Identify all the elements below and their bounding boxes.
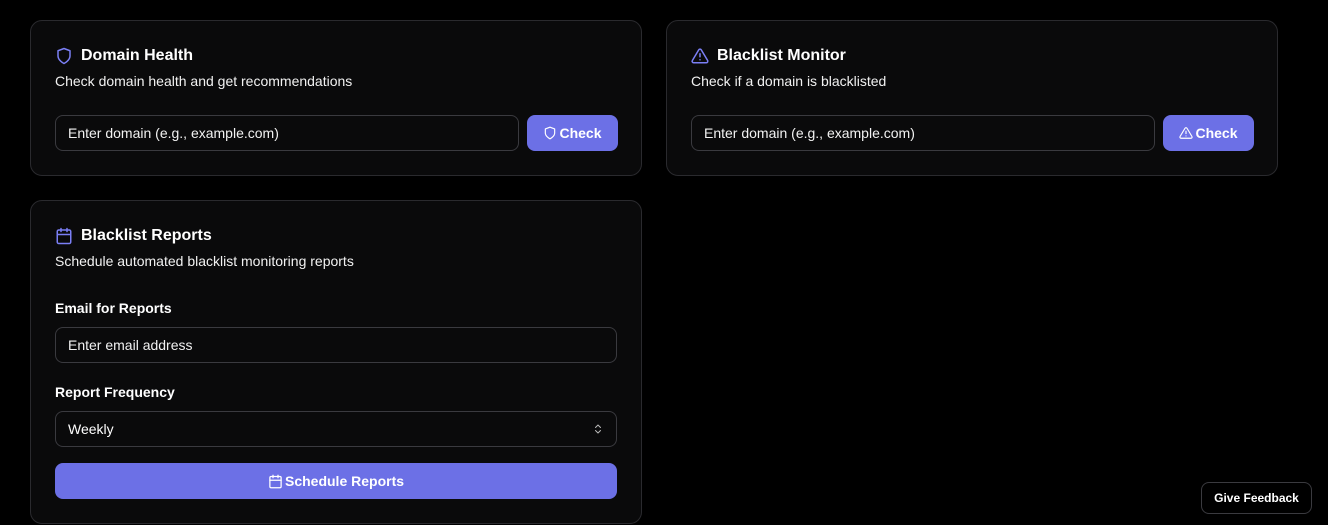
blacklist-monitor-description: Check if a domain is blacklisted <box>691 73 887 89</box>
shield-icon <box>543 126 557 140</box>
chevrons-up-down-icon <box>592 423 604 435</box>
blacklist-reports-card: Blacklist Reports Schedule automated bla… <box>30 200 642 524</box>
schedule-reports-label: Schedule Reports <box>284 473 405 489</box>
calendar-icon <box>55 227 73 245</box>
blacklist-monitor-input[interactable] <box>691 115 1155 151</box>
blacklist-reports-description: Schedule automated blacklist monitoring … <box>55 253 354 269</box>
blacklist-monitor-title: Blacklist Monitor <box>717 47 846 64</box>
domain-health-input[interactable] <box>55 115 519 151</box>
alert-triangle-icon <box>691 47 709 65</box>
domain-health-description: Check domain health and get recommendati… <box>55 73 353 89</box>
domain-health-title: Domain Health <box>81 47 194 64</box>
domain-health-header: Domain Health <box>55 45 193 67</box>
report-frequency-label: Report Frequency <box>55 384 175 400</box>
alert-triangle-icon <box>1179 126 1194 140</box>
domain-health-check-button[interactable]: Check <box>527 115 618 151</box>
blacklist-monitor-header: Blacklist Monitor <box>691 45 846 67</box>
give-feedback-label: Give Feedback <box>1214 491 1299 505</box>
calendar-icon <box>268 474 283 489</box>
shield-icon <box>55 47 73 65</box>
schedule-reports-button[interactable]: Schedule Reports <box>55 463 617 499</box>
domain-health-card: Domain Health Check domain health and ge… <box>30 20 642 176</box>
report-frequency-value: Weekly <box>68 421 114 437</box>
blacklist-reports-header: Blacklist Reports <box>55 225 212 247</box>
email-for-reports-label: Email for Reports <box>55 300 172 316</box>
blacklist-monitor-check-button[interactable]: Check <box>1163 115 1254 151</box>
give-feedback-button[interactable]: Give Feedback <box>1201 482 1312 514</box>
blacklist-reports-title: Blacklist Reports <box>81 227 212 244</box>
report-frequency-select[interactable]: Weekly <box>55 411 617 447</box>
report-email-input[interactable] <box>55 327 617 363</box>
blacklist-monitor-check-label: Check <box>1195 125 1238 141</box>
domain-health-check-label: Check <box>559 125 602 141</box>
blacklist-monitor-card: Blacklist Monitor Check if a domain is b… <box>666 20 1278 176</box>
